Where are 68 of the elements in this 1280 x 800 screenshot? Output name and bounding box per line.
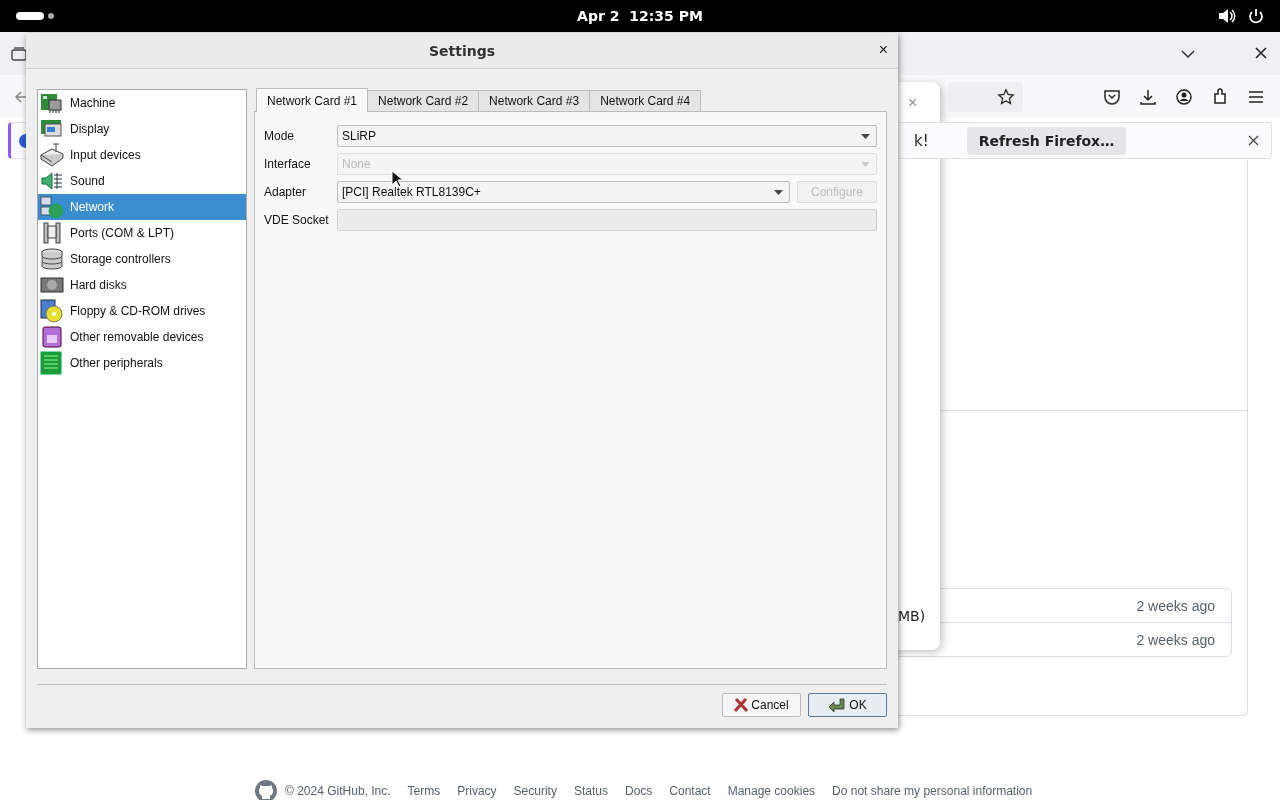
time-ago: 2 weeks ago bbox=[1136, 631, 1215, 648]
back-arrow-icon[interactable] bbox=[14, 89, 28, 104]
close-button[interactable]: × bbox=[878, 41, 888, 59]
field-label: VDE Socket bbox=[264, 213, 330, 227]
close-icon[interactable] bbox=[1248, 135, 1259, 146]
time-ago: 2 weeks ago bbox=[1136, 597, 1215, 614]
copyright: © 2024 GitHub, Inc. bbox=[285, 784, 391, 798]
footer-link[interactable]: Security bbox=[513, 784, 557, 798]
github-logo-icon[interactable] bbox=[254, 779, 278, 800]
category-item[interactable]: Other peripherals bbox=[38, 350, 246, 376]
circuit-board-icon bbox=[40, 351, 64, 375]
category-item[interactable]: Floppy & CD-ROM drives bbox=[38, 298, 246, 324]
volume-icon[interactable] bbox=[1218, 8, 1236, 24]
tab-list-icon[interactable] bbox=[11, 47, 27, 61]
category-item[interactable]: Other removable devices bbox=[38, 324, 246, 350]
category-item[interactable]: Storage controllers bbox=[38, 246, 246, 272]
caret-icon bbox=[774, 189, 783, 195]
account-icon[interactable] bbox=[1174, 86, 1194, 107]
disc-icon bbox=[40, 299, 64, 323]
caret-icon bbox=[861, 161, 870, 167]
field-label: Interface bbox=[264, 157, 312, 171]
dropdown[interactable]: SLiRP bbox=[337, 125, 877, 147]
cross-icon bbox=[734, 698, 749, 712]
category-item[interactable]: Input devices bbox=[38, 142, 246, 168]
category-item[interactable]: Display bbox=[38, 116, 246, 142]
category-item[interactable]: Sound bbox=[38, 168, 246, 194]
return-arrow-icon bbox=[828, 698, 847, 712]
close-icon[interactable] bbox=[1255, 47, 1267, 59]
tab[interactable]: Network Card #4 bbox=[589, 90, 702, 111]
chevron-down-icon[interactable] bbox=[1181, 50, 1195, 58]
footer-link[interactable]: Docs bbox=[624, 784, 653, 798]
footer-link[interactable]: Status bbox=[573, 784, 608, 798]
cancel-button[interactable]: Cancel bbox=[722, 693, 801, 717]
dropdown[interactable]: [PCI] Realtek RTL8139C+ bbox=[337, 181, 790, 203]
ok-button[interactable]: OK bbox=[808, 693, 887, 717]
field-label: Adapter bbox=[264, 185, 308, 199]
footer-link[interactable]: Manage cookies bbox=[727, 784, 816, 798]
tab[interactable]: Network Card #3 bbox=[478, 90, 591, 111]
category-item[interactable]: Hard disks bbox=[38, 272, 246, 298]
category-item[interactable]: Ports (COM & LPT) bbox=[38, 220, 246, 246]
port-icon bbox=[40, 221, 64, 245]
network-icon bbox=[40, 195, 64, 219]
speaker-icon bbox=[40, 169, 64, 193]
caret-icon bbox=[861, 133, 870, 139]
mouse-pointer-icon bbox=[391, 170, 403, 188]
field-label: Mode bbox=[264, 129, 296, 143]
chip-icon bbox=[40, 91, 64, 115]
address-bar[interactable] bbox=[948, 81, 1023, 112]
clock[interactable]: Apr 2 12:35 PM bbox=[560, 8, 720, 24]
close-button[interactable]: × bbox=[908, 94, 918, 112]
notification-text: k! bbox=[914, 131, 929, 150]
footer-link[interactable]: Do not share my personal information bbox=[832, 784, 1033, 798]
star-icon[interactable] bbox=[997, 87, 1015, 106]
window-title: Settings bbox=[428, 42, 496, 59]
tab[interactable]: Network Card #2 bbox=[367, 90, 480, 111]
power-icon[interactable] bbox=[1248, 8, 1264, 24]
keyboard-icon bbox=[40, 143, 64, 167]
footer-link[interactable]: Terms bbox=[407, 784, 441, 798]
category-item[interactable]: Network bbox=[38, 194, 246, 220]
footer-link[interactable]: Privacy bbox=[457, 784, 497, 798]
category-item[interactable]: Machine bbox=[38, 90, 246, 116]
file-size: MB) bbox=[898, 608, 926, 624]
footer-link[interactable]: Contact bbox=[669, 784, 711, 798]
disk-stack-icon bbox=[40, 247, 64, 271]
tab[interactable]: Network Card #1 bbox=[256, 88, 369, 112]
removable-drive-icon bbox=[40, 325, 64, 349]
activities-icon[interactable] bbox=[16, 12, 54, 20]
refresh-button[interactable]: Refresh Firefox… bbox=[966, 126, 1127, 155]
